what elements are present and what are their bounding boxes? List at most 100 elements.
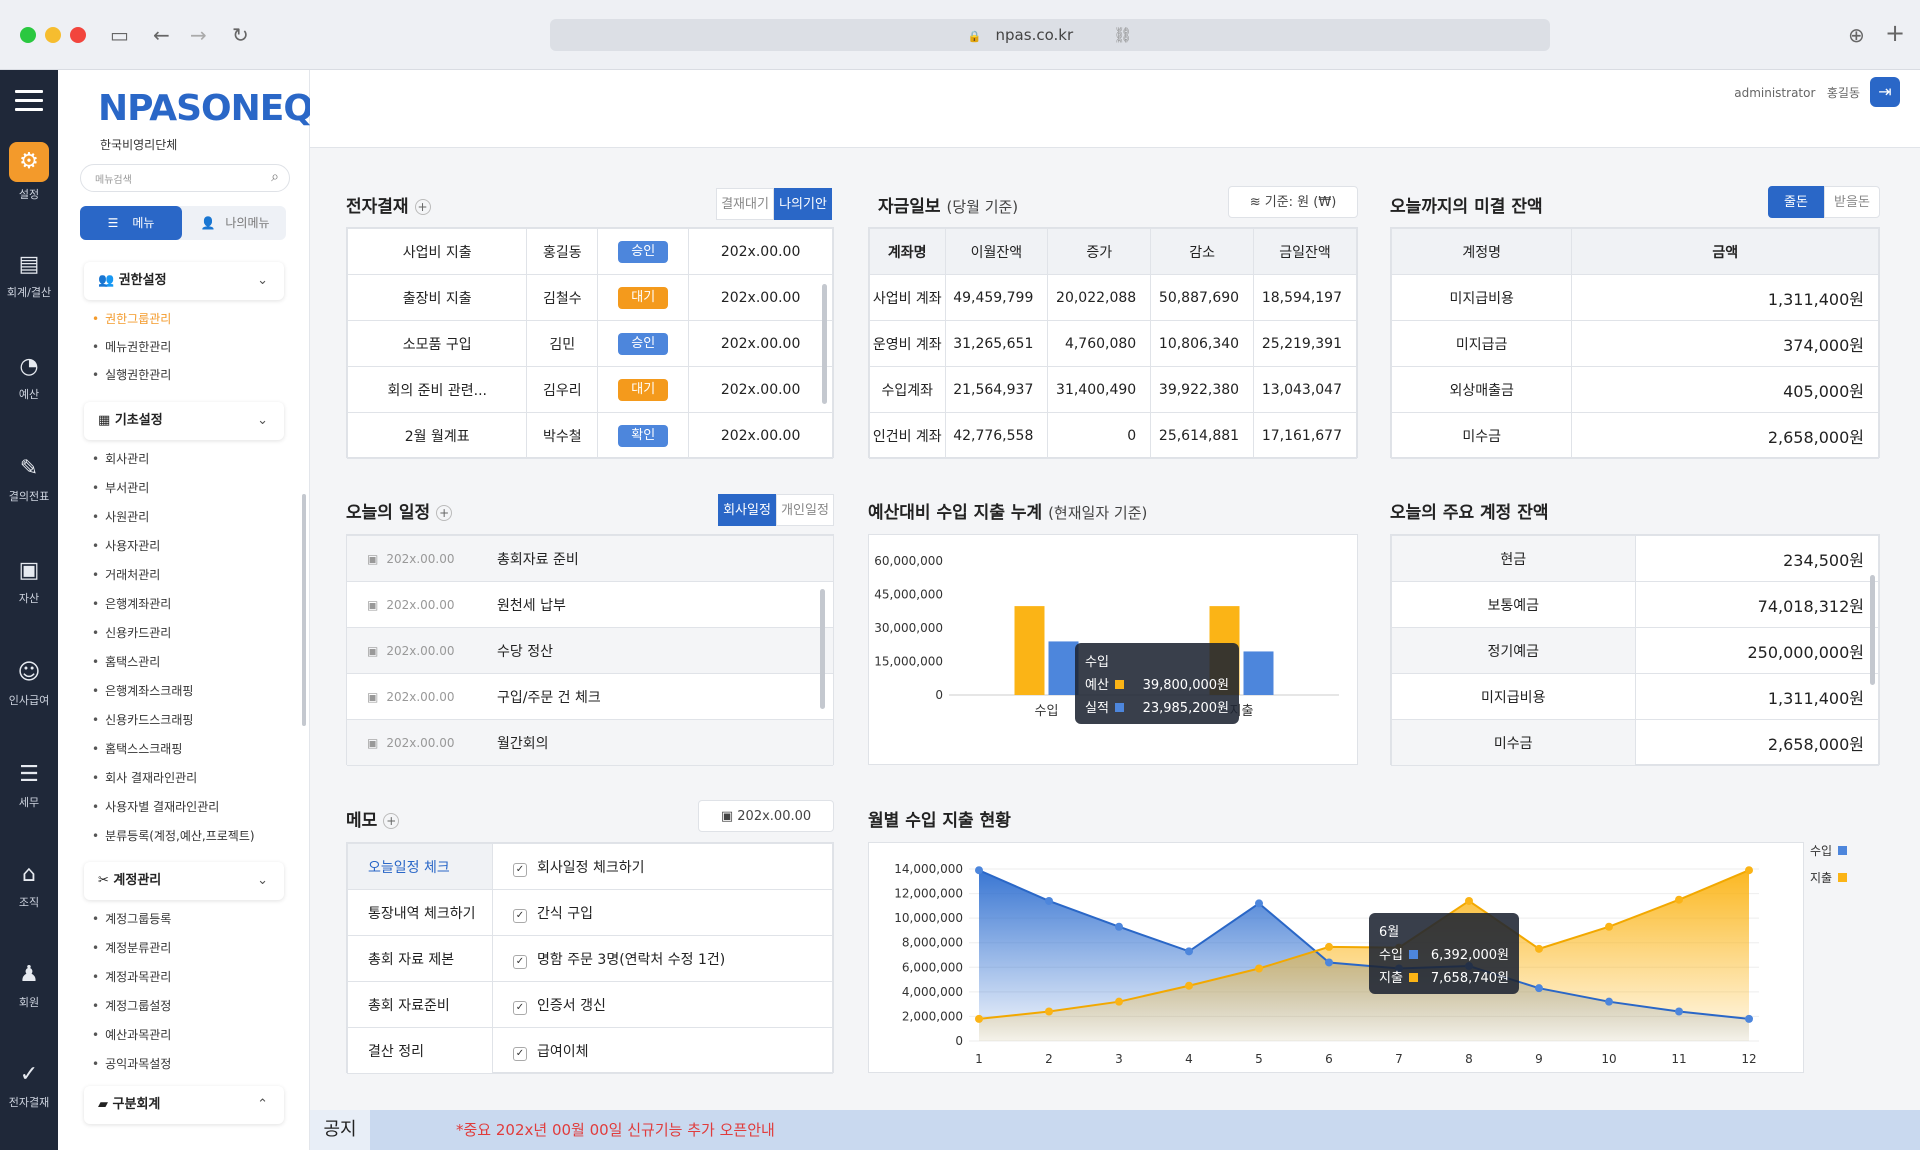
sidebar-item[interactable]: 계정그룹설정	[92, 997, 171, 1014]
sidebar-item[interactable]: 메뉴권한관리	[92, 338, 171, 355]
tab-receivable[interactable]: 받을돈	[1824, 186, 1880, 218]
table-row[interactable]: 총회 자료 제본 ✓ 명함 주문 3명(연락처 수정 1건)	[347, 935, 833, 982]
memo-date-picker[interactable]: ▣ 202x.00.00	[698, 800, 834, 832]
reload-icon[interactable]: ↻	[232, 23, 249, 47]
rail-item-settings[interactable]: ⚙ 설정	[0, 142, 58, 202]
table-row[interactable]: 미지급비용 1,311,400원	[1391, 673, 1879, 720]
sidebar-item[interactable]: 사용자별 결재라인관리	[92, 798, 219, 815]
table-row[interactable]: 수입계좌 21,564,937 31,400,490 39,922,380 13,043…	[869, 366, 1357, 413]
sidebar-item[interactable]: 회사 결재라인관리	[92, 769, 197, 786]
group-division[interactable]: ▰ 구분회계 ⌃	[84, 1086, 284, 1124]
sidebar-item[interactable]: 은행계좌관리	[92, 595, 171, 612]
table-row[interactable]: 소모품 구입 김민 승인 202x.00.00	[346, 320, 833, 367]
window-minimize-button[interactable]	[45, 27, 61, 43]
sidebar-item[interactable]: 분류등록(계정,예산,프로젝트)	[92, 827, 254, 844]
address-bar[interactable]: 🔒 npas.co.kr ⛓	[550, 19, 1550, 51]
sidebar-item[interactable]: 실행권한관리	[92, 366, 171, 383]
checkbox[interactable]: ✓	[513, 908, 527, 923]
rail-item-hr[interactable]: ☺ 인사급여	[0, 658, 58, 708]
table-row[interactable]: 사업비 지출 홍길동 승인 202x.00.00	[346, 228, 833, 275]
sidebar-item[interactable]: 예산과목관리	[92, 1026, 171, 1043]
tab-menu[interactable]: ☰ 메뉴	[80, 206, 182, 240]
table-row[interactable]: 미지급비용 1,311,400원	[1390, 274, 1879, 321]
search-icon[interactable]: ⌕	[271, 169, 279, 185]
legend-item-income[interactable]: 수입	[1810, 842, 1855, 859]
group-basic[interactable]: ▦ 기초설정 ⌄	[84, 402, 284, 440]
table-row[interactable]: 오늘일정 체크 ✓ 회사일정 체크하기	[347, 843, 833, 890]
link-icon[interactable]: ⛓	[1113, 26, 1132, 44]
list-item[interactable]: ▣ 202x.00.00 총회자료 준비	[347, 535, 833, 582]
sidebar-item[interactable]: 계정그룹등록	[92, 910, 171, 927]
sidebar-item[interactable]: 신용카드스크래핑	[92, 711, 193, 728]
new-tab-icon[interactable]: +	[1885, 19, 1905, 47]
table-row[interactable]: 외상매출금 405,000원	[1390, 366, 1879, 413]
back-icon[interactable]: ←	[153, 23, 170, 47]
hamburger-icon[interactable]	[15, 84, 43, 117]
sidebar-item[interactable]: 계정과목관리	[92, 968, 171, 985]
checkbox[interactable]: ✓	[513, 954, 527, 969]
sidebar-item[interactable]: 공익과목설정	[92, 1055, 171, 1072]
table-row[interactable]: 미수금 2,658,000원	[1391, 719, 1879, 766]
notice-text[interactable]: *중요 202x년 00월 00일 신규기능 추가 오픈안내	[456, 1110, 775, 1150]
sidebar-item[interactable]: 거래처관리	[92, 566, 160, 583]
list-item[interactable]: ▣ 202x.00.00 월간회의	[347, 719, 833, 766]
table-row[interactable]: 결산 정리 ✓ 급여이체	[347, 1027, 833, 1074]
table-row[interactable]: 회의 준비 관련... 김우리 대기 202x.00.00	[346, 366, 833, 413]
sidebar-item[interactable]: 권한그룹관리	[92, 310, 171, 327]
sidebar-item[interactable]: 홈택스스크래핑	[92, 740, 182, 757]
group-permission[interactable]: 👥 권한설정 ⌄	[84, 262, 284, 300]
table-row[interactable]: 보통예금 74,018,312원	[1391, 581, 1879, 628]
group-account[interactable]: ✂ 계정관리 ⌄	[84, 862, 284, 900]
list-item[interactable]: ▣ 202x.00.00 구입/주문 건 체크	[347, 673, 833, 720]
forward-icon[interactable]: →	[190, 23, 207, 47]
tab-company-schedule[interactable]: 회사일정	[718, 494, 776, 526]
checkbox[interactable]: ✓	[513, 1000, 527, 1015]
list-item[interactable]: ▣ 202x.00.00 수당 정산	[347, 627, 833, 674]
add-memo-button[interactable]: +	[383, 813, 400, 829]
rail-item-approval[interactable]: ✓ 전자결재	[0, 1060, 58, 1110]
sidebar-item[interactable]: 홈택스관리	[92, 653, 160, 670]
rail-item-tax[interactable]: ☰ 세무	[0, 760, 58, 810]
tab-personal-schedule[interactable]: 개인일정	[776, 494, 834, 526]
rail-item-members[interactable]: ♟ 회원	[0, 960, 58, 1010]
window-close-button[interactable]	[70, 27, 86, 43]
sidebar-item[interactable]: 사원관리	[92, 508, 149, 525]
table-row[interactable]: 출장비 지출 김철수 대기 202x.00.00	[346, 274, 833, 321]
table-row[interactable]: 정기예금 250,000,000원	[1391, 627, 1879, 674]
table-row[interactable]: 미지급금 374,000원	[1390, 320, 1879, 367]
table-row[interactable]: 미수금 2,658,000원	[1390, 412, 1879, 459]
add-approval-button[interactable]: +	[414, 199, 431, 215]
sidebar-item[interactable]: 회사관리	[92, 450, 149, 467]
rail-item-voucher[interactable]: ✎ 결의전표	[0, 454, 58, 504]
legend-item-expense[interactable]: 지출	[1810, 869, 1855, 886]
tab-payable[interactable]: 줄돈	[1768, 186, 1824, 218]
sidebar-item[interactable]: 신용카드관리	[92, 624, 171, 641]
checkbox[interactable]: ✓	[513, 1046, 527, 1061]
sidebar-item[interactable]: 은행계좌스크래핑	[92, 682, 193, 699]
table-row[interactable]: 총회 자료준비 ✓ 인증서 갱신	[347, 981, 833, 1028]
add-schedule-button[interactable]: +	[436, 505, 453, 521]
sidebar-item[interactable]: 계정분류관리	[92, 939, 171, 956]
checkbox[interactable]: ✓	[513, 862, 527, 877]
sidebar-scrollbar[interactable]	[302, 494, 306, 726]
rail-item-accounting[interactable]: ▤ 회계/결산	[0, 250, 58, 300]
download-icon[interactable]: ⊕	[1848, 23, 1865, 47]
balances-scrollbar[interactable]	[1870, 575, 1875, 685]
table-row[interactable]: 2월 월계표 박수철 확인 202x.00.00	[346, 412, 833, 459]
table-row[interactable]: 사업비 계좌 49,459,799 20,022,088 50,887,690 18,5…	[869, 274, 1357, 321]
logo[interactable]: NPASONEQ	[98, 88, 314, 129]
table-row[interactable]: 통장내역 체크하기 ✓ 간식 구입	[347, 889, 833, 936]
tab-my-draft[interactable]: 나의기안	[774, 188, 832, 220]
tab-approval-wait[interactable]: 결재대기	[716, 188, 774, 220]
currency-basis-button[interactable]: ≋ 기준: 원 (₩)	[1228, 186, 1358, 218]
sidebar-toggle-icon[interactable]: ▭	[110, 23, 129, 47]
schedule-scrollbar[interactable]	[820, 589, 825, 709]
sidebar-item[interactable]: 사용자관리	[92, 537, 160, 554]
approval-scrollbar[interactable]	[822, 284, 827, 404]
table-row[interactable]: 인건비 계좌 42,776,558 0 25,614,881 17,161,677	[869, 412, 1357, 459]
rail-item-budget[interactable]: ◔ 예산	[0, 352, 58, 402]
rail-item-org[interactable]: ⌂ 조직	[0, 860, 58, 910]
logout-icon[interactable]: ⇥	[1870, 77, 1900, 107]
window-zoom-button[interactable]	[20, 27, 36, 43]
table-row[interactable]: 현금 234,500원	[1391, 535, 1879, 582]
